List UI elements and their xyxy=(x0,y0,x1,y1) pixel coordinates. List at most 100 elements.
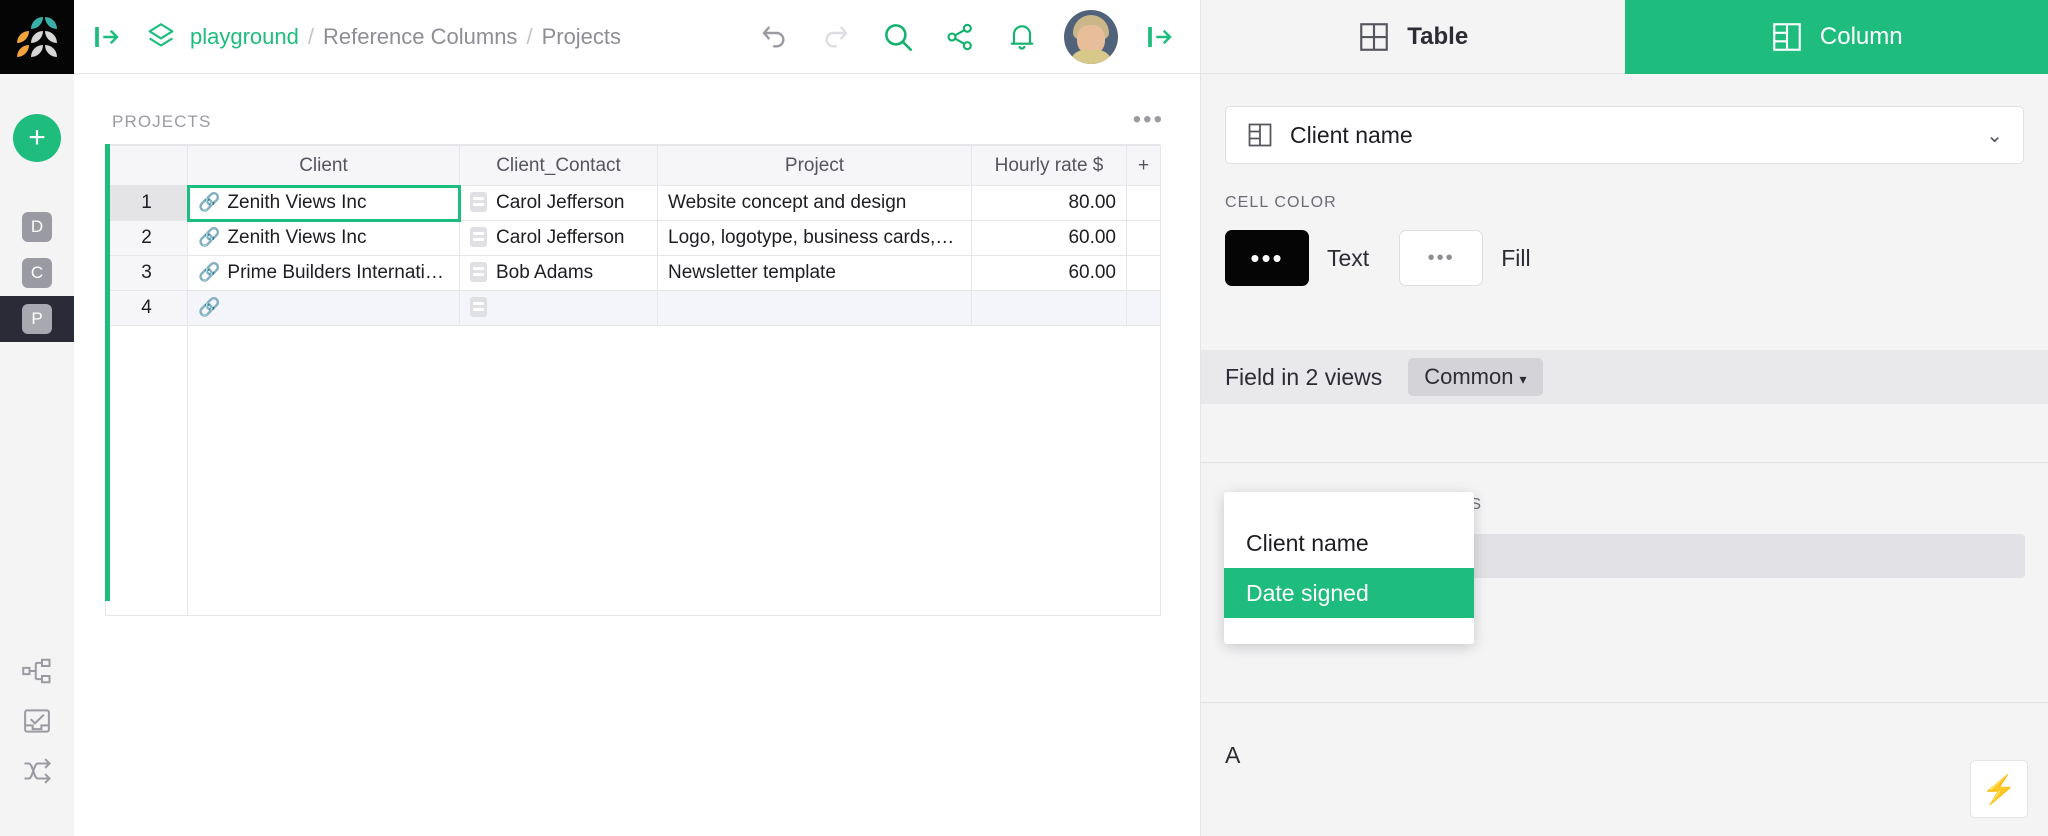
cell-rate[interactable]: 60.00 xyxy=(972,221,1127,256)
collapse-sidebar-icon[interactable] xyxy=(92,22,122,52)
row-number: 4 xyxy=(106,291,188,326)
right-panel: Table Column Client name ⌄ CELL COLOR xyxy=(1200,0,2048,836)
fill-color-label: Fill xyxy=(1501,245,1530,272)
filler-cell xyxy=(106,326,188,616)
table-filler-row xyxy=(106,326,1161,616)
rail-chip-label: C xyxy=(22,258,52,288)
col-header-rownum[interactable] xyxy=(106,146,188,186)
col-header-client[interactable]: Client xyxy=(188,146,460,186)
logo-leaf xyxy=(31,45,43,57)
block-menu-icon[interactable]: ••• xyxy=(1133,114,1164,126)
layers-icon[interactable] xyxy=(144,20,178,54)
tab-table[interactable]: Table xyxy=(1201,0,1625,74)
panel-tabs: Table Column xyxy=(1201,0,2048,74)
dropdown-option-client-name[interactable]: Client name xyxy=(1224,518,1474,568)
breadcrumb-item-1[interactable]: Reference Columns xyxy=(323,24,517,50)
logo-leaf xyxy=(45,17,57,29)
user-avatar[interactable] xyxy=(1064,10,1118,64)
table-header-row: Client Client_Contact Project Hourly rat… xyxy=(106,146,1161,186)
cell-color-label: CELL COLOR xyxy=(1225,194,2048,212)
link-icon: 🔗 xyxy=(198,192,220,212)
col-header-contact[interactable]: Client_Contact xyxy=(460,146,658,186)
breadcrumb-item-2[interactable]: Projects xyxy=(542,24,621,50)
obscured-row-label: A xyxy=(1225,742,1240,769)
link-icon: 🔗 xyxy=(198,297,220,317)
cell-rate[interactable] xyxy=(972,291,1127,326)
cell-client-text: Zenith Views Inc xyxy=(227,227,366,248)
column-icon xyxy=(1246,121,1274,149)
main-canvas: PROJECTS ••• Client Client_Contact Proje… xyxy=(74,74,1200,836)
tab-column[interactable]: Column xyxy=(1625,0,2048,74)
record-icon xyxy=(470,227,487,247)
row-number: 3 xyxy=(106,256,188,291)
panel-divider xyxy=(1201,462,2048,463)
cell-client[interactable]: 🔗 Zenith Views Inc xyxy=(188,186,460,221)
rail-bottom-icons xyxy=(0,646,74,796)
rail-item-d[interactable]: D xyxy=(0,204,74,250)
cell-rate[interactable]: 80.00 xyxy=(972,186,1127,221)
cell-spacer xyxy=(1127,221,1161,256)
views-scope-chip[interactable]: Common▾ xyxy=(1408,358,1542,396)
field-views-bar: Field in 2 views Common▾ xyxy=(1201,350,2048,404)
logo-leaf xyxy=(17,31,29,43)
block-title: PROJECTS xyxy=(112,112,211,132)
rail-item-list: D C P xyxy=(0,204,74,342)
cell-client[interactable]: 🔗 Zenith Views Inc xyxy=(188,221,460,256)
cell-client-text: Zenith Views Inc xyxy=(227,192,366,213)
rail-item-c[interactable]: C xyxy=(0,250,74,296)
rail-item-p[interactable]: P xyxy=(0,296,74,342)
hierarchy-icon[interactable] xyxy=(0,646,74,696)
text-color-label: Text xyxy=(1327,245,1369,272)
cell-contact[interactable]: Carol Jefferson xyxy=(460,221,658,256)
dropdown-padding-top xyxy=(1224,492,1474,518)
table-row[interactable]: 3 🔗Prime Builders Internati… Bob Adams N… xyxy=(106,256,1161,291)
plus-icon: + xyxy=(28,123,46,153)
cell-client[interactable]: 🔗 xyxy=(188,291,460,326)
field-select[interactable]: Client name ⌄ xyxy=(1225,106,2024,164)
cell-contact[interactable] xyxy=(460,291,658,326)
link-icon: 🔗 xyxy=(198,227,220,247)
cell-contact-text: Bob Adams xyxy=(496,262,593,283)
redo-icon[interactable] xyxy=(810,11,862,63)
row-number: 2 xyxy=(106,221,188,256)
undo-icon[interactable] xyxy=(748,11,800,63)
rail-chip-label: D xyxy=(22,212,52,242)
share-icon[interactable] xyxy=(934,11,986,63)
cell-project[interactable]: Newsletter template xyxy=(658,256,972,291)
search-icon[interactable] xyxy=(872,11,924,63)
expand-panel-icon[interactable] xyxy=(1134,11,1186,63)
text-color-swatch[interactable]: ••• xyxy=(1225,230,1309,286)
cell-contact[interactable]: Carol Jefferson xyxy=(460,186,658,221)
app-logo[interactable] xyxy=(0,0,74,74)
record-icon xyxy=(470,297,487,317)
record-icon xyxy=(470,262,487,282)
cell-color-row: ••• Text ••• Fill xyxy=(1225,230,2048,286)
add-column-button[interactable]: + xyxy=(1127,146,1161,186)
fill-color-swatch[interactable]: ••• xyxy=(1399,230,1483,286)
cell-client[interactable]: 🔗Prime Builders Internati… xyxy=(188,256,460,291)
cell-project[interactable] xyxy=(658,291,972,326)
col-header-project[interactable]: Project xyxy=(658,146,972,186)
notifications-icon[interactable] xyxy=(996,11,1048,63)
table-row[interactable]: 1 🔗Zenith Views Inc Carol Jefferson Webs… xyxy=(106,186,1161,221)
breadcrumb-root[interactable]: playground xyxy=(190,24,299,50)
field-select-value: Client name xyxy=(1290,122,1413,149)
shuffle-icon[interactable] xyxy=(0,746,74,796)
cell-rate[interactable]: 60.00 xyxy=(972,256,1127,291)
cell-project[interactable]: Website concept and design xyxy=(658,186,972,221)
cell-contact-text: Carol Jefferson xyxy=(496,227,625,248)
field-views-text: Field in 2 views xyxy=(1225,364,1382,391)
views-scope-label: Common xyxy=(1424,364,1513,389)
logo-leaf xyxy=(45,31,57,43)
col-header-rate[interactable]: Hourly rate $ xyxy=(972,146,1127,186)
table-row[interactable]: 2 🔗 Zenith Views Inc Carol Jefferson Logo… xyxy=(106,221,1161,256)
form-icon[interactable] xyxy=(0,696,74,746)
automation-bolt-icon[interactable]: ⚡ xyxy=(1970,760,2028,818)
projects-grid: Client Client_Contact Project Hourly rat… xyxy=(105,144,1160,601)
add-workspace-button[interactable]: + xyxy=(13,114,61,162)
cell-project[interactable]: Logo, logotype, business cards,… xyxy=(658,221,972,256)
cell-contact[interactable]: Bob Adams xyxy=(460,256,658,291)
table-row-new[interactable]: 4 🔗 xyxy=(106,291,1161,326)
dropdown-option-date-signed[interactable]: Date signed xyxy=(1224,568,1474,618)
breadcrumb-separator: / xyxy=(526,24,532,50)
